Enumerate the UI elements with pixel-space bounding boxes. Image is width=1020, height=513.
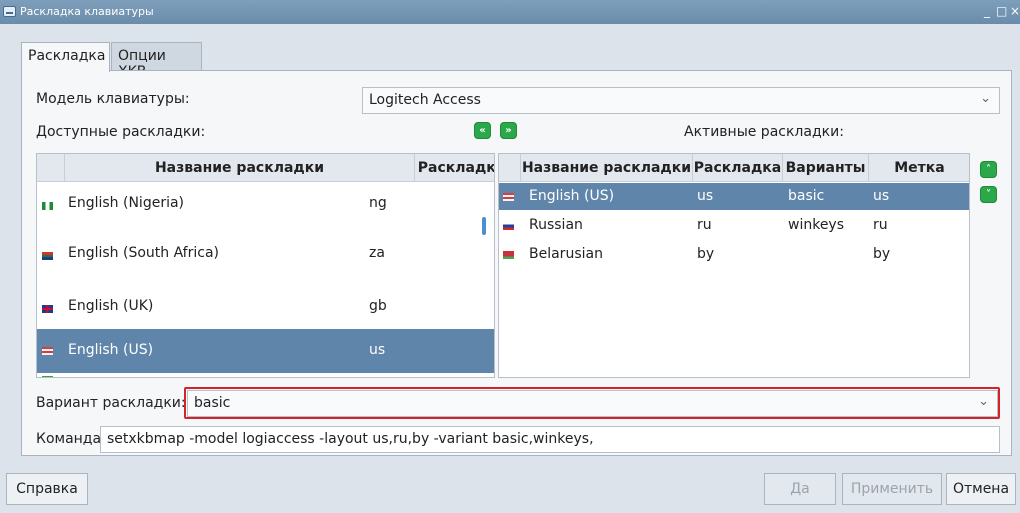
layout-code: gb bbox=[369, 298, 387, 314]
layout-name: Belarusian bbox=[529, 246, 603, 262]
list-item[interactable]: English (Nigeria) ng bbox=[37, 182, 494, 228]
flag-russia-icon bbox=[503, 222, 514, 230]
layout-name: English (US) bbox=[68, 342, 154, 358]
move-down-icon[interactable]: ˅ bbox=[980, 186, 997, 203]
table-row[interactable]: Belarusian by by bbox=[499, 241, 969, 268]
table-corner-header bbox=[499, 154, 521, 182]
list-item[interactable]: English (South Africa) za bbox=[37, 232, 494, 278]
flag-uk-icon bbox=[42, 305, 53, 313]
active-layouts-label: Активные раскладки: bbox=[684, 124, 844, 140]
flag-us-icon bbox=[42, 347, 53, 355]
available-layouts-scrollbar[interactable] bbox=[482, 217, 486, 235]
layout-name: English (UK) bbox=[68, 298, 154, 314]
table-row-selected[interactable]: English (US) us basic us bbox=[499, 183, 969, 210]
help-button[interactable]: Справка bbox=[6, 473, 88, 505]
variant-select[interactable]: basic ⌄ bbox=[187, 390, 998, 417]
flag-nigeria-icon bbox=[42, 202, 53, 210]
double-left-arrow-icon[interactable]: « bbox=[474, 122, 491, 139]
command-label: Команда: bbox=[36, 431, 106, 447]
tab-layout[interactable]: Раскладка bbox=[21, 42, 110, 72]
variant-label: Вариант раскладки: bbox=[36, 395, 186, 411]
apply-button[interactable]: Применить bbox=[842, 473, 942, 505]
layout-name: English (US) bbox=[529, 188, 615, 204]
chevron-down-icon: ⌄ bbox=[980, 91, 991, 106]
layout-variant: winkeys bbox=[788, 217, 845, 233]
table-row[interactable]: Russian ru winkeys ru bbox=[499, 212, 969, 239]
partial-flag-icon bbox=[42, 376, 53, 377]
column-header-layout-code[interactable]: Раскладка bbox=[415, 154, 494, 182]
command-field[interactable]: setxkbmap -model logiaccess -layout us,r… bbox=[100, 426, 1000, 453]
table-corner-header bbox=[37, 154, 65, 182]
layout-name: Russian bbox=[529, 217, 583, 233]
cancel-button[interactable]: Отмена bbox=[946, 473, 1016, 505]
layout-label: us bbox=[873, 188, 890, 204]
column-header-variants[interactable]: Варианты bbox=[783, 154, 869, 182]
column-header-label[interactable]: Метка bbox=[869, 154, 969, 182]
layout-code: us bbox=[697, 188, 714, 204]
keyboard-icon bbox=[3, 6, 16, 17]
keyboard-model-label: Модель клавиатуры: bbox=[36, 91, 190, 107]
close-button[interactable]: × bbox=[1010, 4, 1020, 18]
layout-code: us bbox=[369, 342, 386, 358]
available-layouts-table[interactable]: Название раскладки Раскладка English (Ni… bbox=[36, 153, 495, 378]
flag-us-icon bbox=[503, 193, 514, 201]
variant-value: basic bbox=[194, 395, 231, 411]
ok-button[interactable]: Да bbox=[764, 473, 836, 505]
tab-xkb-options[interactable]: Опции XKB bbox=[111, 42, 202, 80]
column-header-layout-name[interactable]: Название раскладки bbox=[65, 154, 415, 182]
maximize-button[interactable]: □ bbox=[996, 4, 1007, 18]
keyboard-model-value: Logitech Access bbox=[369, 92, 481, 108]
column-header-layout-code[interactable]: Раскладка bbox=[693, 154, 783, 182]
keyboard-model-select[interactable]: Logitech Access ⌄ bbox=[362, 87, 1000, 114]
layout-variant: basic bbox=[788, 188, 825, 204]
available-layouts-label: Доступные раскладки: bbox=[36, 124, 206, 140]
layout-name: English (South Africa) bbox=[68, 245, 219, 261]
layout-code: by bbox=[697, 246, 715, 262]
layout-label: ru bbox=[873, 217, 888, 233]
layout-name: English (Nigeria) bbox=[68, 195, 185, 211]
layout-label: by bbox=[873, 246, 891, 262]
double-right-arrow-icon[interactable]: » bbox=[500, 122, 517, 139]
layout-code: ru bbox=[697, 217, 712, 233]
window-titlebar: Раскладка клавиатуры _ □ × bbox=[0, 0, 1020, 24]
flag-south-africa-icon bbox=[42, 252, 53, 260]
minimize-button[interactable]: _ bbox=[984, 4, 990, 18]
list-item-selected[interactable]: English (US) us bbox=[37, 329, 494, 373]
window-title: Раскладка клавиатуры bbox=[20, 5, 154, 18]
move-up-icon[interactable]: ˄ bbox=[980, 161, 997, 178]
active-layouts-table[interactable]: Название раскладки Раскладка Варианты Ме… bbox=[498, 153, 970, 378]
flag-belarus-icon bbox=[503, 251, 514, 259]
layout-code: ng bbox=[369, 195, 387, 211]
column-header-layout-name[interactable]: Название раскладки bbox=[521, 154, 693, 182]
chevron-down-icon: ⌄ bbox=[978, 394, 989, 409]
list-item[interactable]: English (UK) gb bbox=[37, 285, 494, 331]
layout-code: za bbox=[369, 245, 385, 261]
